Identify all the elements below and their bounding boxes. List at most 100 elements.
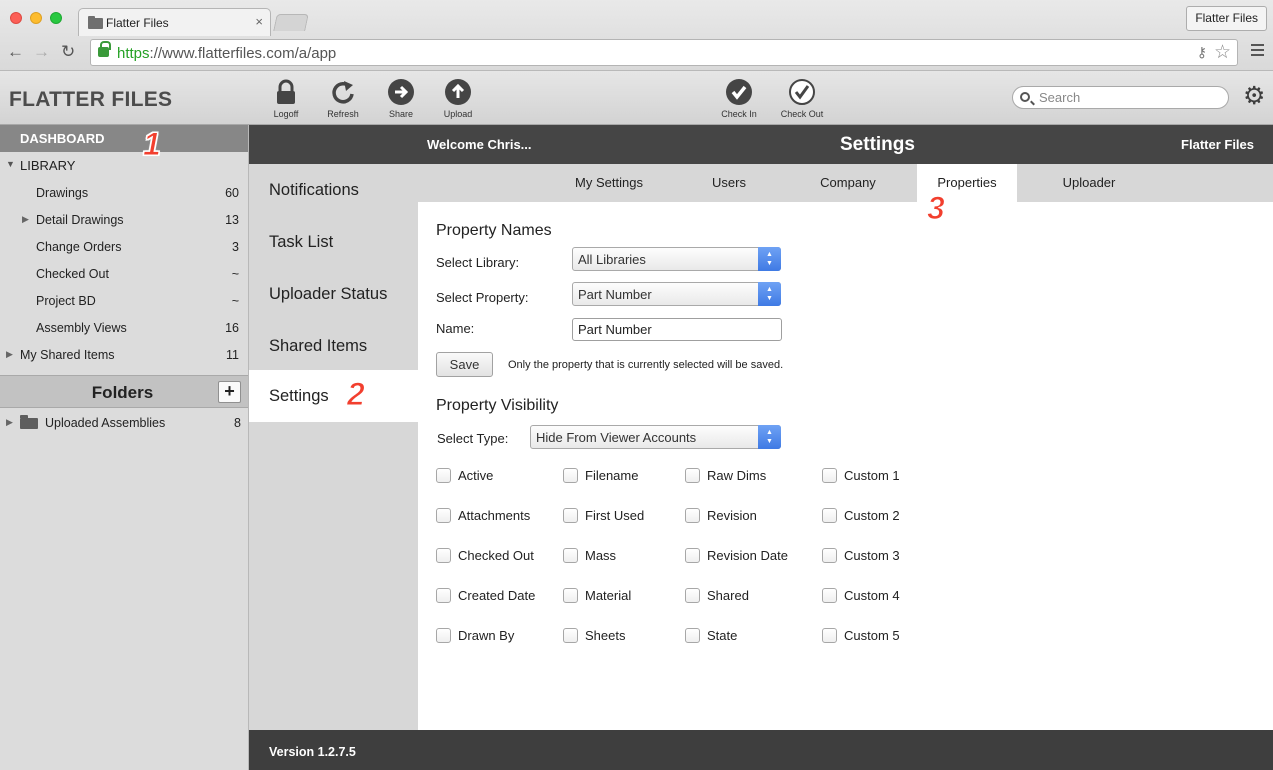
tab-close-icon[interactable]: × — [255, 14, 263, 29]
refresh-icon — [330, 79, 356, 105]
upload-button[interactable]: Upload — [433, 79, 483, 119]
checkbox-box[interactable] — [563, 468, 578, 483]
page-title: Settings — [840, 134, 915, 155]
tab-uploader[interactable]: Uploader — [1049, 164, 1129, 202]
property-select[interactable]: Part Number ▲ ▼ — [572, 282, 781, 306]
url-path: ://www.flatterfiles.com/a/app — [149, 45, 337, 62]
library-select[interactable]: All Libraries ▲ ▼ — [572, 247, 781, 271]
footer: Version 1.2.7.5 — [249, 730, 1273, 770]
collapsed-triangle-icon[interactable]: ▶ — [22, 214, 29, 225]
check-in-button[interactable]: Check In — [714, 79, 764, 119]
close-window-button[interactable] — [10, 12, 22, 24]
checkbox-box[interactable] — [436, 588, 451, 603]
address-bar[interactable]: https://www.flatterfiles.com/a/app ⚷ ☆ — [90, 39, 1238, 66]
checkbox-label: Revision Date — [707, 548, 788, 563]
checkbox-box[interactable] — [685, 588, 700, 603]
checkbox-box[interactable] — [685, 508, 700, 523]
browser-tab[interactable]: Flatter Files × — [78, 8, 271, 36]
logoff-button[interactable]: Logoff — [261, 79, 311, 119]
visibility-type-select[interactable]: Hide From Viewer Accounts ▲ ▼ — [530, 425, 781, 449]
app-toolbar: FLATTER FILES Logoff Refresh Share Uploa… — [0, 71, 1273, 125]
checkbox-box[interactable] — [563, 628, 578, 643]
sidebar-item-label: Detail Drawings — [36, 213, 124, 227]
tab-company[interactable]: Company — [806, 164, 890, 202]
profile-button[interactable]: Flatter Files — [1186, 6, 1267, 31]
sidebar-item-count: ~ — [231, 294, 239, 308]
forward-arrow-icon[interactable]: → — [33, 42, 50, 62]
checkbox-label: Sheets — [585, 628, 626, 643]
annotation-marker-2: 2 — [347, 376, 366, 412]
sidebar-item-count: 60 — [225, 186, 239, 200]
sidebar-item-label: Project BD — [36, 294, 96, 308]
checkbox-label: Custom 1 — [844, 468, 900, 483]
checkbox-box[interactable] — [563, 588, 578, 603]
upload-icon — [445, 79, 471, 105]
folders-header: Folders + — [0, 375, 248, 408]
url-scheme: https — [117, 45, 150, 62]
checkbox-label: Revision — [707, 508, 757, 523]
property-name-input[interactable] — [572, 318, 782, 341]
checkbox-box[interactable] — [685, 468, 700, 483]
search-box[interactable] — [1012, 86, 1229, 109]
main-header: Welcome Chris... Settings Flatter Files — [249, 125, 1273, 164]
checkbox-box[interactable] — [563, 508, 578, 523]
collapsed-triangle-icon[interactable]: ▶ — [6, 417, 13, 428]
select-type-label: Select Type: — [437, 431, 509, 446]
checkbox-box[interactable] — [685, 548, 700, 563]
nav-settings[interactable]: Settings — [249, 370, 418, 422]
add-folder-button[interactable]: + — [218, 381, 241, 403]
sidebar-item-drawings[interactable]: Drawings 60 — [0, 186, 248, 206]
tab-my-settings[interactable]: My Settings — [563, 164, 655, 202]
checkbox-box[interactable] — [685, 628, 700, 643]
sidebar-item-assembly-views[interactable]: Assembly Views 16 — [0, 321, 248, 341]
checkbox-box[interactable] — [822, 628, 837, 643]
upload-label: Upload — [443, 109, 473, 119]
property-visibility-title: Property Visibility — [436, 397, 559, 414]
save-button[interactable]: Save — [436, 352, 493, 377]
browser-menu-icon[interactable] — [1251, 44, 1264, 59]
share-button[interactable]: Share — [376, 79, 426, 119]
sidebar-item-detail-drawings[interactable]: ▶ Detail Drawings 13 — [0, 213, 248, 233]
expanded-triangle-icon: ▼ — [6, 159, 15, 169]
key-icon[interactable]: ⚷ — [1197, 44, 1207, 61]
checkbox-box[interactable] — [436, 628, 451, 643]
checkbox-box[interactable] — [436, 508, 451, 523]
folder-item-uploaded-assemblies[interactable]: ▶ Uploaded Assemblies 8 — [0, 415, 248, 436]
refresh-button[interactable]: Refresh — [318, 79, 368, 119]
bookmark-star-icon[interactable]: ☆ — [1214, 41, 1231, 64]
checkbox-box[interactable] — [436, 468, 451, 483]
checkbox-box[interactable] — [822, 588, 837, 603]
search-input[interactable] — [1039, 89, 1219, 106]
nav-task-list[interactable]: Task List — [249, 216, 418, 268]
checkbox-box[interactable] — [436, 548, 451, 563]
gear-icon[interactable]: ⚙ — [1243, 84, 1265, 109]
sidebar-item-change-orders[interactable]: Change Orders 3 — [0, 240, 248, 260]
tab-title: Flatter Files — [106, 16, 169, 30]
new-tab-button[interactable] — [273, 14, 309, 31]
settings-nav: Notifications Task List Uploader Status … — [249, 164, 418, 730]
url-text[interactable]: https://www.flatterfiles.com/a/app — [117, 45, 336, 62]
zoom-window-button[interactable] — [50, 12, 62, 24]
folders-title: Folders — [91, 383, 154, 402]
checkbox-box[interactable] — [822, 468, 837, 483]
collapsed-triangle-icon[interactable]: ▶ — [6, 349, 13, 360]
nav-shared-items[interactable]: Shared Items — [249, 320, 418, 372]
tab-users[interactable]: Users — [699, 164, 759, 202]
back-arrow-icon[interactable]: ← — [7, 42, 24, 62]
checkbox-box[interactable] — [822, 508, 837, 523]
checkbox-box[interactable] — [563, 548, 578, 563]
sidebar-item-my-shared-items[interactable]: ▶ My Shared Items 11 — [0, 348, 248, 368]
sidebar-item-count: ~ — [231, 267, 239, 281]
check-out-button[interactable]: Check Out — [777, 79, 827, 119]
sidebar-item-dashboard[interactable]: DASHBOARD — [0, 125, 248, 152]
sidebar-item-project-bd[interactable]: Project BD ~ — [0, 294, 248, 314]
reload-icon[interactable]: ↻ — [61, 42, 75, 62]
annotation-marker-3: 3 — [927, 190, 946, 226]
nav-notifications[interactable]: Notifications — [249, 164, 418, 216]
nav-uploader-status[interactable]: Uploader Status — [249, 268, 418, 320]
checkbox-box[interactable] — [822, 548, 837, 563]
minimize-window-button[interactable] — [30, 12, 42, 24]
folder-count: 8 — [234, 416, 241, 430]
sidebar-item-checked-out[interactable]: Checked Out ~ — [0, 267, 248, 287]
search-icon — [1020, 92, 1030, 102]
